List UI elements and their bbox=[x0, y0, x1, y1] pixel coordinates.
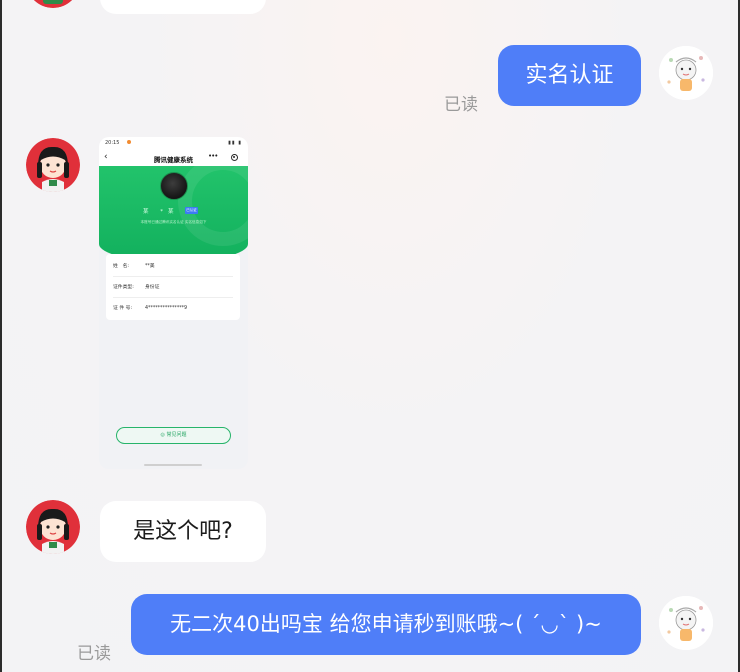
info-value: **美 bbox=[145, 264, 155, 269]
phone-status-bar: 20:15 ▮▮ ▮ bbox=[99, 137, 248, 150]
verification-subtitle: 本账号已通过腾讯实名认证 实名信息如下 bbox=[140, 220, 207, 224]
message-text: 无二次40出吗宝 给您申请秒到账哦~( ´◡` )~ bbox=[170, 612, 602, 636]
info-key: 证 件 号: bbox=[113, 306, 133, 311]
decorative-swirl bbox=[178, 156, 248, 246]
shared-screenshot-image[interactable]: 20:15 ▮▮ ▮ ‹ 腾讯健康系统 ••• 某 *某 已认证 本账号已通过腾… bbox=[99, 137, 248, 469]
faq-button: ◎ 常见问题 bbox=[116, 427, 231, 444]
info-row: 证 件 号: 4***************9 bbox=[113, 304, 187, 311]
home-indicator bbox=[144, 464, 202, 466]
outgoing-message-bubble[interactable]: 无二次40出吗宝 给您申请秒到账哦~( ´◡` )~ bbox=[131, 594, 641, 655]
chat-view: 实名认证 已读 20:15 ▮▮ ▮ ‹ 腾讯健康系统 ••• 某 *某 已认证… bbox=[0, 0, 740, 672]
identity-info-card: 姓 名: **美 证件类型: 身份证 证 件 号: 4***************9 bbox=[106, 254, 240, 320]
status-time: 20:15 bbox=[105, 140, 120, 146]
incoming-message-bubble-partial[interactable] bbox=[100, 0, 266, 14]
message-text: 是这个吧? bbox=[133, 518, 233, 544]
contact-avatar[interactable] bbox=[26, 500, 80, 554]
read-status: 已读 bbox=[77, 644, 111, 664]
info-key: 证件类型: bbox=[113, 285, 134, 290]
contact-avatar[interactable] bbox=[26, 138, 80, 192]
profile-header: 某 *某 已认证 本账号已通过腾讯实名认证 实名信息如下 bbox=[99, 156, 248, 262]
info-value: 4***************9 bbox=[145, 306, 188, 311]
row-divider bbox=[113, 276, 233, 277]
outgoing-message-bubble[interactable]: 实名认证 bbox=[498, 45, 641, 106]
notification-dot-icon bbox=[127, 140, 131, 144]
user-avatar[interactable] bbox=[659, 596, 713, 650]
row-divider bbox=[113, 297, 233, 298]
user-avatar[interactable] bbox=[659, 46, 713, 100]
read-status: 已读 bbox=[444, 95, 478, 115]
info-value: 身份证 bbox=[145, 285, 160, 290]
info-key: 姓 名: bbox=[113, 264, 130, 269]
signal-battery-icon: ▮▮ ▮ bbox=[228, 140, 242, 146]
info-row: 姓 名: **美 bbox=[113, 262, 155, 269]
message-text: 实名认证 bbox=[525, 62, 614, 88]
profile-photo bbox=[160, 172, 188, 200]
incoming-message-bubble[interactable]: 是这个吧? bbox=[100, 501, 266, 562]
window-edge-left bbox=[0, 0, 2, 672]
contact-avatar[interactable] bbox=[26, 0, 80, 8]
masked-name: 某 *某 bbox=[143, 209, 179, 215]
verified-badge: 已认证 bbox=[185, 207, 198, 214]
info-row: 证件类型: 身份证 bbox=[113, 283, 159, 290]
